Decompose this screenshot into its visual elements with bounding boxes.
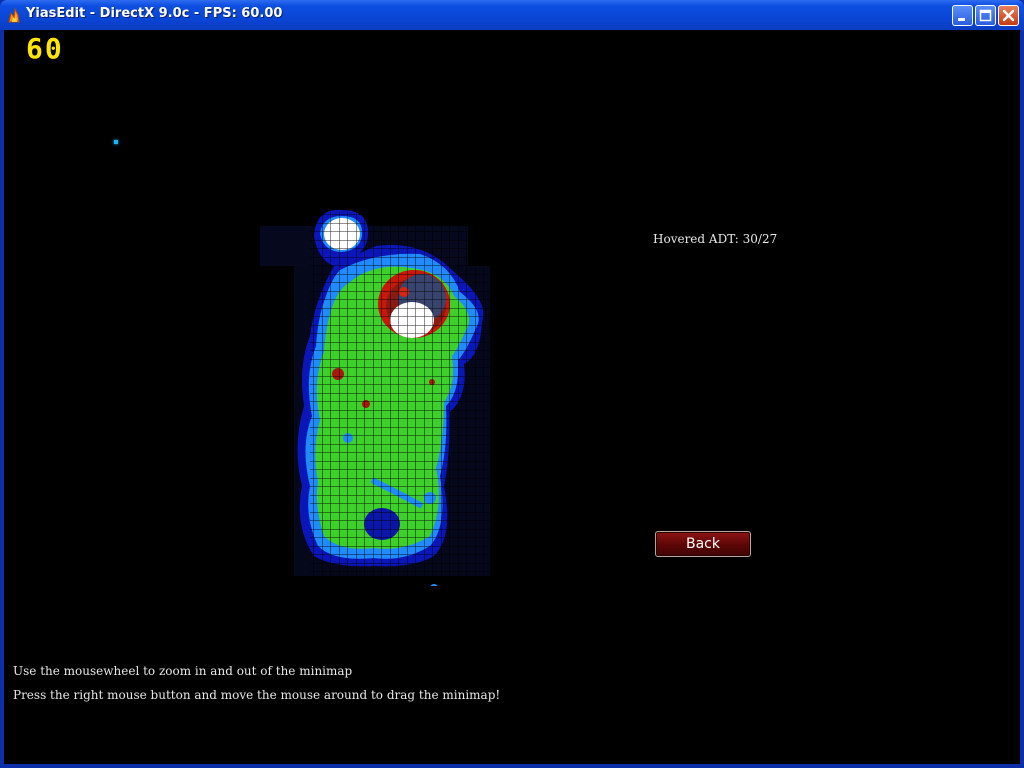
- window-title: YiasEdit - DirectX 9.0c - FPS: 60.00: [26, 6, 283, 21]
- fps-counter: 60: [26, 32, 64, 65]
- minimap[interactable]: [254, 206, 494, 586]
- flame-icon: [6, 7, 22, 23]
- close-icon: [1002, 9, 1015, 22]
- maximize-icon: [979, 9, 992, 22]
- hint-drag: Press the right mouse button and move th…: [13, 688, 501, 702]
- app-window: YiasEdit - DirectX 9.0c - FPS: 60.00 60: [0, 0, 1024, 768]
- maximize-button[interactable]: [975, 5, 996, 26]
- render-viewport[interactable]: 60 Hovered ADT: 30/27 Back Use the mouse…: [4, 30, 1020, 764]
- hovered-adt-label: Hovered ADT: 30/27: [653, 232, 778, 246]
- hint-zoom: Use the mousewheel to zoom in and out of…: [13, 664, 353, 678]
- close-button[interactable]: [998, 5, 1019, 26]
- minimap-stray-tile: [114, 140, 118, 144]
- back-button[interactable]: Back: [655, 531, 751, 557]
- minimize-button[interactable]: [952, 5, 973, 26]
- minimize-icon: [958, 18, 965, 21]
- title-bar[interactable]: YiasEdit - DirectX 9.0c - FPS: 60.00: [0, 0, 1024, 30]
